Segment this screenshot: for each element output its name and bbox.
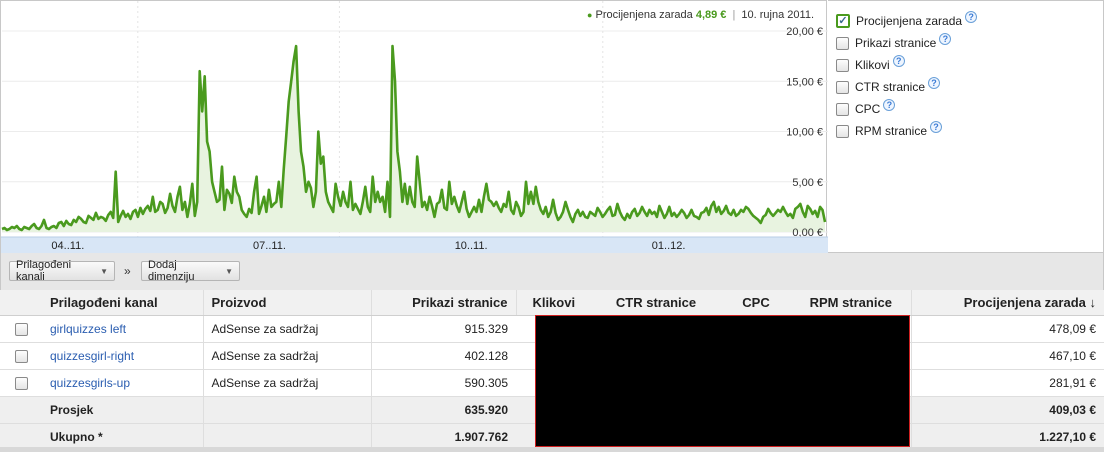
channel-link[interactable]: girlquizzes left: [42, 315, 203, 343]
total-page-views: 1.907.762: [370, 423, 516, 451]
tooltip-date: 10. rujna 2011.: [741, 9, 814, 21]
help-icon[interactable]: ?: [892, 55, 905, 67]
metric-clicks[interactable]: Klikovi ?: [828, 54, 1103, 76]
column-header-label: Procijenjena zarada: [963, 294, 1086, 310]
metric-label: Procijenjena zarada: [856, 14, 963, 28]
column-header-estimated-earnings[interactable]: Procijenjena zarada ↓: [910, 290, 1104, 316]
select-column-header: [0, 290, 42, 316]
metric-selector: Procijenjena zarada ? Prikazi stranice ?…: [828, 0, 1104, 253]
page-views-cell: 915.329: [370, 315, 516, 343]
row-checkbox[interactable]: [14, 376, 28, 390]
tooltip-label: Procijenjena zarada: [595, 9, 693, 21]
column-header-page-ctr[interactable]: CTR stranice: [591, 290, 721, 316]
metric-checkbox[interactable]: [836, 14, 850, 28]
dropdown-label: Dodaj dimenziju: [148, 259, 195, 283]
caret-down-icon: ▼: [100, 266, 108, 276]
chart-tooltip: ● Procijenjena zarada 4,89 € | 10. rujna…: [587, 9, 814, 21]
metric-checkbox[interactable]: [836, 36, 849, 50]
help-icon[interactable]: ?: [965, 11, 978, 23]
metric-checkbox[interactable]: [836, 80, 849, 94]
channel-link[interactable]: quizzesgirl-right: [42, 342, 203, 370]
total-earnings: 1.227,10 €: [910, 423, 1104, 451]
x-tick-label: 07..11.: [253, 240, 286, 252]
y-tick-label: 15,00 €: [786, 76, 823, 88]
average-earnings: 409,03 €: [910, 396, 1104, 424]
earnings-line-chart[interactable]: 20,00 €15,00 €10,00 €5,00 €0,00 €04..11.…: [1, 1, 828, 254]
page-views-cell: 402.128: [370, 342, 516, 370]
column-header-channel[interactable]: Prilagođeni kanal: [42, 290, 203, 316]
metric-page-rpm[interactable]: RPM stranice ?: [828, 120, 1103, 142]
add-dimension-dropdown[interactable]: Dodaj dimenziju ▼: [141, 259, 240, 283]
page-views-cell: 590.305: [370, 369, 516, 397]
earnings-chart-panel: 20,00 €15,00 €10,00 €5,00 €0,00 €04..11.…: [0, 0, 828, 254]
metric-checkbox[interactable]: [836, 102, 849, 116]
earnings-cell: 467,10 €: [910, 342, 1104, 370]
y-tick-label: 20,00 €: [786, 26, 823, 38]
series-line: [1, 44, 827, 232]
metric-cpc[interactable]: CPC ?: [828, 98, 1103, 120]
redacted-region: [535, 315, 910, 447]
y-tick-label: 10,00 €: [786, 127, 823, 139]
tooltip-separator: |: [732, 9, 736, 21]
product-cell: AdSense za sadržaj: [202, 315, 371, 343]
average-label: Prosjek: [42, 396, 203, 424]
table-bottom-border: [0, 447, 1104, 452]
product-cell: AdSense za sadržaj: [202, 342, 371, 370]
dropdown-label: Prilagođeni kanali: [16, 259, 72, 283]
metric-label: CTR stranice: [855, 80, 926, 94]
metric-checkbox[interactable]: [836, 58, 849, 72]
breadcrumb-separator: »: [124, 264, 131, 278]
x-tick-label: 10..11.: [455, 240, 488, 252]
metric-estimated-earnings[interactable]: Procijenjena zarada ?: [828, 10, 1103, 32]
metric-label: Klikovi: [855, 58, 890, 72]
metric-checkbox[interactable]: [836, 124, 849, 138]
row-checkbox[interactable]: [14, 349, 28, 363]
metric-label: CPC: [855, 102, 881, 116]
report-toolbar: Prilagođeni kanali ▼ » Dodaj dimenziju ▼: [0, 253, 1104, 290]
earnings-cell: 478,09 €: [910, 315, 1104, 343]
column-header-page-rpm[interactable]: RPM stranice: [791, 290, 911, 316]
average-page-views: 635.920: [370, 396, 516, 424]
metric-label: RPM stranice: [855, 124, 928, 138]
caret-down-icon: ▼: [225, 266, 233, 276]
channel-link[interactable]: quizzesgirls-up: [42, 369, 203, 397]
earnings-cell: 281,91 €: [910, 369, 1104, 397]
help-icon[interactable]: ?: [939, 33, 952, 45]
sort-descending-icon: ↓: [1089, 294, 1097, 310]
x-tick-label: 01..12.: [652, 240, 686, 252]
custom-channels-dropdown[interactable]: Prilagođeni kanali ▼: [9, 259, 115, 283]
row-checkbox[interactable]: [14, 322, 28, 336]
table-header-row: Prilagođeni kanal Proizvod Prikazi stran…: [0, 290, 1104, 316]
help-icon[interactable]: ?: [930, 121, 943, 133]
total-label: Ukupno *: [42, 423, 203, 451]
metric-page-ctr[interactable]: CTR stranice ?: [828, 76, 1103, 98]
series-dot-icon: ●: [587, 10, 593, 20]
product-cell: AdSense za sadržaj: [202, 369, 371, 397]
x-tick-label: 04..11.: [51, 240, 84, 252]
tooltip-value: 4,89 €: [695, 9, 727, 21]
column-header-clicks[interactable]: Klikovi: [515, 290, 591, 316]
y-tick-label: 5,00 €: [792, 177, 823, 189]
column-header-page-views[interactable]: Prikazi stranice: [370, 290, 516, 316]
help-icon[interactable]: ?: [883, 99, 896, 111]
column-header-product[interactable]: Proizvod: [202, 290, 371, 316]
x-axis-band: [1, 237, 828, 253]
metric-label: Prikazi stranice: [855, 36, 937, 50]
metric-page-views[interactable]: Prikazi stranice ?: [828, 32, 1103, 54]
column-header-cpc[interactable]: CPC: [721, 290, 791, 316]
help-icon[interactable]: ?: [928, 77, 941, 89]
